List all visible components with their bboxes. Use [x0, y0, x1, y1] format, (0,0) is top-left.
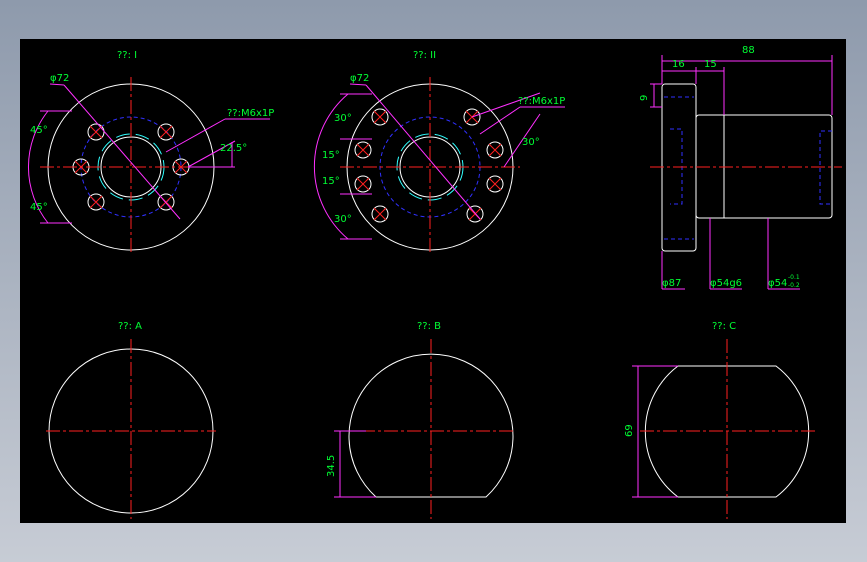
dim-88: 88: [742, 45, 755, 56]
dim-15-upper: 15°: [322, 150, 340, 161]
dim-69: 69: [624, 424, 635, 437]
centerlines-a: [46, 339, 216, 519]
centerlines-b: [338, 339, 516, 519]
view-a-title: ??: A: [118, 321, 142, 332]
dim-thread-i: ??:M6x1P: [227, 108, 274, 119]
dim-tol-upper: -0.1: [788, 274, 800, 281]
dimension-lines-side: [650, 55, 833, 290]
dim-45-upper: 45°: [30, 125, 48, 136]
dim-tol-lower: -0.2: [788, 282, 800, 289]
hole-crosses-ii: [356, 110, 502, 221]
bolt-holes-ii: [354, 108, 504, 223]
view-c-title: ??: C: [712, 321, 736, 332]
view-b: ??: B 34.5: [326, 321, 516, 519]
centerlines-i: [40, 77, 220, 254]
bore-thread: [97, 133, 165, 201]
dimension-lines-ii: [313, 83, 565, 240]
cad-viewport[interactable]: ??: I φ72 ??:M6x1P 22.5° 45° 45° ??: II …: [20, 39, 846, 523]
view-ii: ??: II φ72 ??:M6x1P 30° 30° 15° 15° 30°: [313, 50, 565, 254]
view-b-title: ??: B: [417, 321, 441, 332]
view-ii-title: ??: II: [413, 50, 436, 61]
bore-thread-ii: [396, 133, 464, 201]
cad-drawing: ??: I φ72 ??:M6x1P 22.5° 45° 45° ??: II …: [27, 45, 842, 519]
dim-45-lower: 45°: [30, 202, 48, 213]
view-a: ??: A: [46, 321, 216, 519]
view-i: ??: I φ72 ??:M6x1P 22.5° 45° 45°: [27, 50, 274, 254]
dim-phi87: φ87: [662, 278, 681, 289]
dim-30-right: 30°: [522, 137, 540, 148]
dim-30-upper: 30°: [334, 113, 352, 124]
dim-30-lower: 30°: [334, 214, 352, 225]
dim-16: 16: [672, 59, 685, 70]
dim-15: 15: [704, 59, 717, 70]
dim-phi72-i: φ72: [50, 73, 69, 84]
dim-thread-ii: ??:M6x1P: [518, 96, 565, 107]
dim-22-5: 22.5°: [220, 143, 247, 154]
dim-phi72-ii: φ72: [350, 73, 369, 84]
view-i-title: ??: I: [117, 50, 137, 61]
dim-15-lower: 15°: [322, 176, 340, 187]
view-c: ??: C 69: [624, 321, 816, 519]
dimension-lines-b: [334, 430, 376, 498]
side-view: 88 16 15 9 φ87 φ54g6 φ54 -0.1 -0.2: [639, 45, 842, 290]
dim-phi54g6: φ54g6: [710, 278, 742, 289]
dim-9: 9: [639, 95, 650, 101]
dim-phi54-tol: φ54: [768, 278, 787, 289]
dim-34-5: 34.5: [326, 455, 337, 477]
centerlines-ii: [340, 77, 520, 254]
